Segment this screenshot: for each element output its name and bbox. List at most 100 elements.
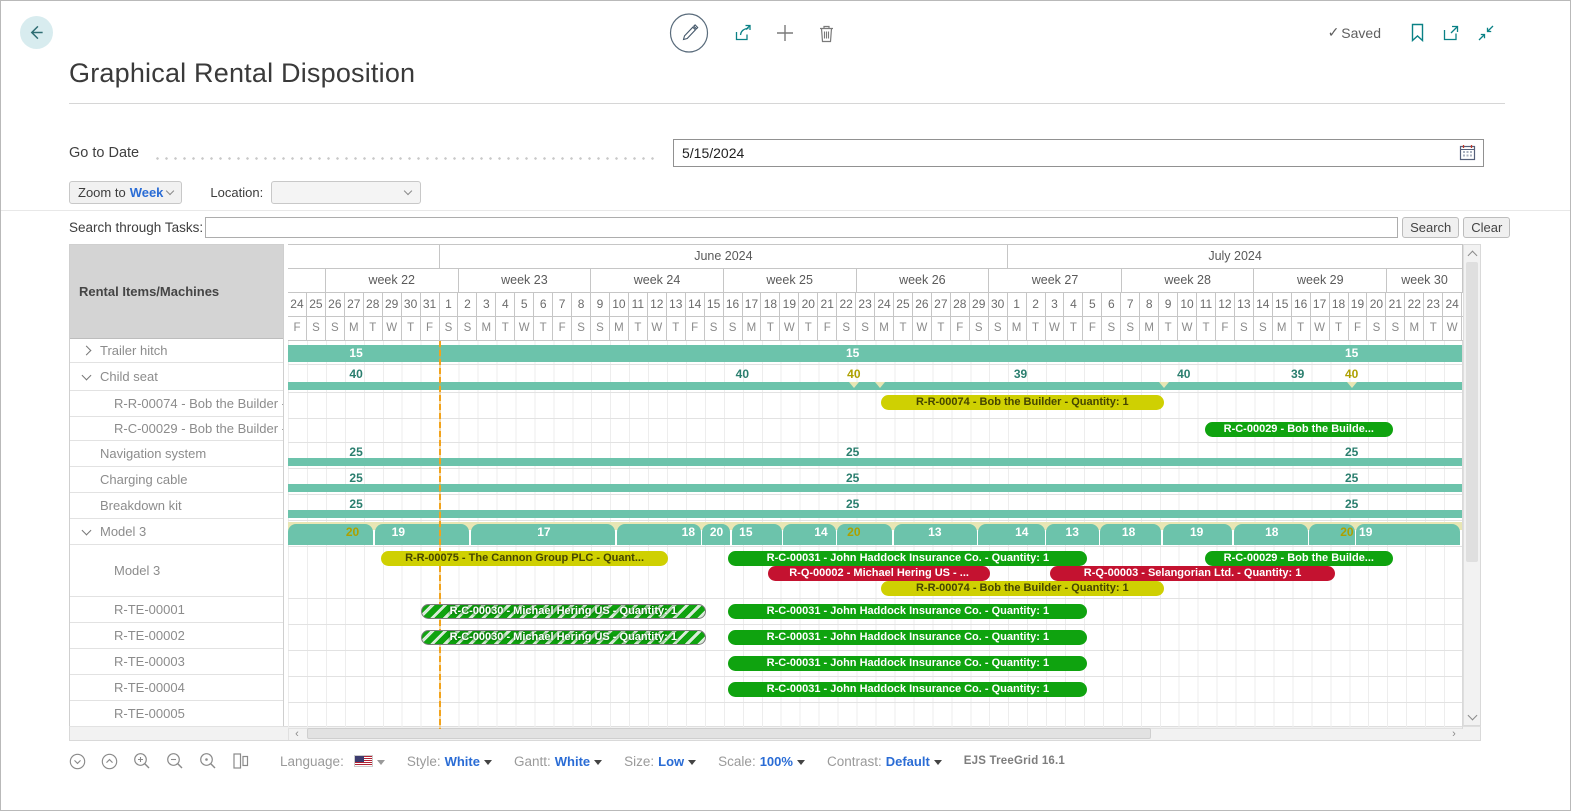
horizontal-scroll-track[interactable] bbox=[305, 727, 1446, 740]
dropdown-arrow-icon bbox=[688, 760, 696, 765]
language-dropdown[interactable]: Language: bbox=[280, 754, 385, 769]
weekday-header-cell: F bbox=[818, 317, 837, 340]
edit-button[interactable] bbox=[669, 13, 709, 53]
capacity-value: 40 bbox=[736, 367, 749, 381]
bookmark-button[interactable] bbox=[1410, 23, 1425, 42]
scale-dropdown[interactable]: Scale: 100% bbox=[718, 754, 805, 769]
delete-button[interactable] bbox=[818, 24, 835, 43]
horizontal-scrollbar[interactable]: ‹ › bbox=[69, 726, 1481, 741]
horizontal-scroll-thumb[interactable] bbox=[307, 728, 1151, 739]
task-bar[interactable]: R-C-00030 - Michael Hering US - Quantity… bbox=[421, 630, 706, 645]
goto-date-input[interactable] bbox=[673, 139, 1484, 167]
panel-row-r-c-00029-bob-the-builder-q[interactable]: R-C-00029 - Bob the Builder - Q bbox=[70, 417, 283, 441]
task-bar[interactable]: R-C-00030 - Michael Hering US - Quantity… bbox=[421, 604, 706, 619]
today-marker-line bbox=[439, 341, 441, 729]
scroll-down-button[interactable] bbox=[1464, 709, 1480, 725]
task-bar[interactable]: R-C-00031 - John Haddock Insurance Co. -… bbox=[728, 630, 1087, 645]
panel-row-r-te-00001[interactable]: R-TE-00001 bbox=[70, 597, 283, 623]
panel-row-model-3[interactable]: Model 3 bbox=[70, 519, 283, 545]
capacity-value: 20 bbox=[1340, 525, 1353, 539]
day-header-cell: 31 bbox=[421, 293, 440, 316]
zoom-reset-button[interactable] bbox=[199, 752, 217, 770]
size-dropdown[interactable]: Size: Low bbox=[624, 754, 696, 769]
panel-row-label: R-TE-00005 bbox=[70, 706, 185, 721]
chevron-up-icon bbox=[1467, 250, 1477, 260]
panel-row-child-seat[interactable]: Child seat bbox=[70, 363, 283, 391]
weekday-header-cell: W bbox=[1046, 317, 1065, 340]
capacity-value: 25 bbox=[1345, 445, 1358, 459]
zoom-out-button[interactable] bbox=[166, 752, 184, 770]
day-header-cell: 29 bbox=[970, 293, 989, 316]
task-bar[interactable]: R-C-00031 - John Haddock Insurance Co. -… bbox=[728, 604, 1087, 619]
panel-row-r-r-00074-bob-the-builder-q[interactable]: R-R-00074 - Bob the Builder - Q bbox=[70, 391, 283, 417]
panel-row-navigation-system[interactable]: Navigation system bbox=[70, 441, 283, 467]
vertical-scroll-thumb[interactable] bbox=[1466, 262, 1478, 562]
day-header-cell: 15 bbox=[705, 293, 724, 316]
day-header-cell: 16 bbox=[1292, 293, 1311, 316]
weekday-header-cell: F bbox=[1083, 317, 1102, 340]
panel-row-r-te-00004[interactable]: R-TE-00004 bbox=[70, 675, 283, 701]
task-bar[interactable]: R-R-00074 - Bob the Builder - Quantity: … bbox=[881, 395, 1164, 410]
task-bar[interactable]: R-R-00075 - The Cannon Group PLC - Quant… bbox=[381, 551, 669, 566]
panel-row-breakdown-kit[interactable]: Breakdown kit bbox=[70, 493, 283, 519]
weekday-header-cell: T bbox=[364, 317, 383, 340]
share-button[interactable] bbox=[733, 24, 752, 42]
app-window: ✓Saved Graphical Rental Disposition Go t… bbox=[0, 0, 1571, 811]
day-header-cell: 23 bbox=[856, 293, 875, 316]
task-bar[interactable]: R-C-00029 - Bob the Builde... bbox=[1205, 422, 1393, 437]
contrast-dropdown[interactable]: Contrast: Default bbox=[827, 754, 942, 769]
row-collapse-all-button[interactable] bbox=[101, 753, 118, 770]
dropdown-arrow-icon bbox=[484, 760, 492, 765]
popout-button[interactable] bbox=[1442, 24, 1460, 42]
title-divider bbox=[69, 103, 1505, 104]
task-bar[interactable]: R-C-00029 - Bob the Builde... bbox=[1205, 551, 1393, 566]
gantt-style-dropdown[interactable]: Gantt: White bbox=[514, 754, 602, 769]
day-header-cell: 25 bbox=[894, 293, 913, 316]
back-button[interactable] bbox=[20, 16, 53, 49]
task-bar[interactable]: R-Q-00002 - Michael Hering US - ... bbox=[768, 566, 990, 581]
gantt-row-breakdown-kit: 252525 bbox=[288, 495, 1462, 521]
style-dropdown[interactable]: Style: White bbox=[407, 754, 492, 769]
panel-row-r-te-00005[interactable]: R-TE-00005 bbox=[70, 701, 283, 727]
panel-row-model-3[interactable]: Model 3 bbox=[70, 545, 283, 597]
task-bar[interactable]: R-C-00031 - John Haddock Insurance Co. -… bbox=[728, 656, 1087, 671]
weekday-header-cell: F bbox=[686, 317, 705, 340]
clear-button[interactable]: Clear bbox=[1463, 217, 1510, 238]
panel-row-r-te-00003[interactable]: R-TE-00003 bbox=[70, 649, 283, 675]
task-bar[interactable]: R-C-00031 - John Haddock Insurance Co. -… bbox=[728, 682, 1087, 697]
columns-button[interactable] bbox=[232, 752, 250, 770]
collapse-button[interactable] bbox=[1477, 24, 1495, 42]
panel-row-trailer-hitch[interactable]: Trailer hitch bbox=[70, 339, 283, 363]
panel-row-charging-cable[interactable]: Charging cable bbox=[70, 467, 283, 493]
add-button[interactable] bbox=[776, 24, 794, 42]
size-value: Low bbox=[658, 754, 684, 769]
zoom-to-label: Zoom to bbox=[78, 185, 126, 200]
gantt-value: White bbox=[555, 754, 590, 769]
task-bar[interactable]: R-C-00031 - John Haddock Insurance Co. -… bbox=[728, 551, 1087, 566]
search-tasks-label: Search through Tasks: bbox=[69, 220, 203, 235]
search-tasks-input[interactable] bbox=[205, 217, 1398, 238]
vertical-scrollbar[interactable] bbox=[1463, 244, 1481, 726]
day-header-cell: 22 bbox=[837, 293, 856, 316]
bookmark-icon bbox=[1410, 23, 1425, 42]
weekday-header-cell: T bbox=[1330, 317, 1349, 340]
capacity-value: 15 bbox=[1345, 346, 1358, 360]
capacity-value: 25 bbox=[349, 497, 362, 511]
week-header-cell: week 29 bbox=[1254, 269, 1387, 292]
location-dropdown[interactable] bbox=[271, 181, 421, 204]
panel-row-r-te-00002[interactable]: R-TE-00002 bbox=[70, 623, 283, 649]
zoom-in-button[interactable] bbox=[133, 752, 151, 770]
gantt-row-trailer-hitch: 151515 bbox=[288, 341, 1462, 365]
task-bar[interactable]: R-R-00074 - Bob the Builder - Quantity: … bbox=[881, 581, 1164, 596]
search-button[interactable]: Search bbox=[1402, 217, 1459, 238]
calendar-icon[interactable] bbox=[1459, 144, 1476, 164]
scroll-up-button[interactable] bbox=[1464, 245, 1480, 261]
day-header-cell: 22 bbox=[1405, 293, 1424, 316]
capacity-value: 13 bbox=[1066, 525, 1079, 539]
dropdown-arrow-icon bbox=[377, 760, 385, 765]
weekday-header-cell: T bbox=[799, 317, 818, 340]
weekday-header-cell: F bbox=[421, 317, 440, 340]
row-expand-all-button[interactable] bbox=[69, 753, 86, 770]
task-bar[interactable]: R-Q-00003 - Selangorian Ltd. - Quantity:… bbox=[1050, 566, 1335, 581]
zoom-to-dropdown[interactable]: Zoom to Week bbox=[69, 181, 182, 204]
